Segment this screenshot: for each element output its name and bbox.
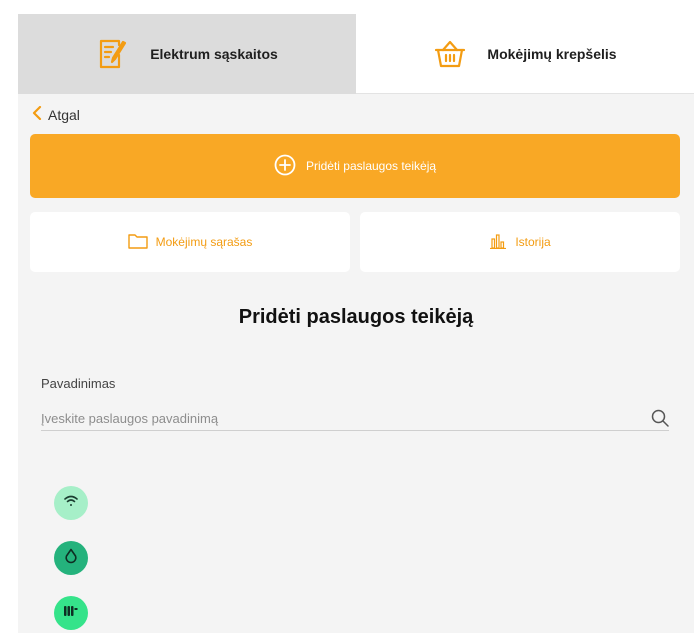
search-icon[interactable] bbox=[651, 409, 669, 427]
app-frame: Elektrum sąskaitos Mokėjimų krepšelis At… bbox=[18, 14, 694, 633]
radiator-icon bbox=[63, 604, 79, 623]
folder-icon bbox=[127, 233, 148, 252]
search-input[interactable] bbox=[41, 410, 651, 426]
history-label: Istorija bbox=[515, 235, 551, 249]
page-title: Pridėti paslaugos teikėją bbox=[238, 306, 474, 328]
invoice-edit-icon bbox=[96, 37, 130, 71]
tab-bar: Elektrum sąskaitos Mokėjimų krepšelis bbox=[18, 14, 694, 94]
back-link[interactable]: Atgal bbox=[32, 105, 80, 123]
add-service-provider-button[interactable]: Pridėti paslaugos teikėją bbox=[30, 134, 680, 198]
category-internet[interactable] bbox=[54, 486, 88, 520]
wifi-icon bbox=[63, 494, 79, 513]
tab-label: Elektrum sąskaitos bbox=[150, 46, 278, 62]
search-field bbox=[41, 406, 669, 431]
category-water[interactable] bbox=[54, 541, 88, 575]
back-label: Atgal bbox=[48, 106, 80, 123]
plus-circle-icon bbox=[274, 154, 296, 179]
water-drop-icon bbox=[64, 548, 78, 569]
tab-payment-basket[interactable]: Mokėjimų krepšelis bbox=[356, 14, 694, 94]
chevron-left-icon bbox=[32, 105, 42, 123]
history-button[interactable]: Istorija bbox=[360, 212, 680, 272]
tab-elektrum-invoices[interactable]: Elektrum sąskaitos bbox=[18, 14, 356, 94]
payment-list-label: Mokėjimų sąrašas bbox=[155, 235, 253, 249]
tab-label: Mokėjimų krepšelis bbox=[487, 45, 617, 62]
add-button-label: Pridėti paslaugos teikėją bbox=[305, 159, 437, 173]
basket-icon bbox=[433, 39, 467, 69]
name-field-label: Pavadinimas bbox=[41, 376, 116, 391]
payment-list-button[interactable]: Mokėjimų sąrašas bbox=[30, 212, 350, 272]
category-heating[interactable] bbox=[54, 596, 88, 630]
bar-chart-icon bbox=[489, 233, 507, 252]
